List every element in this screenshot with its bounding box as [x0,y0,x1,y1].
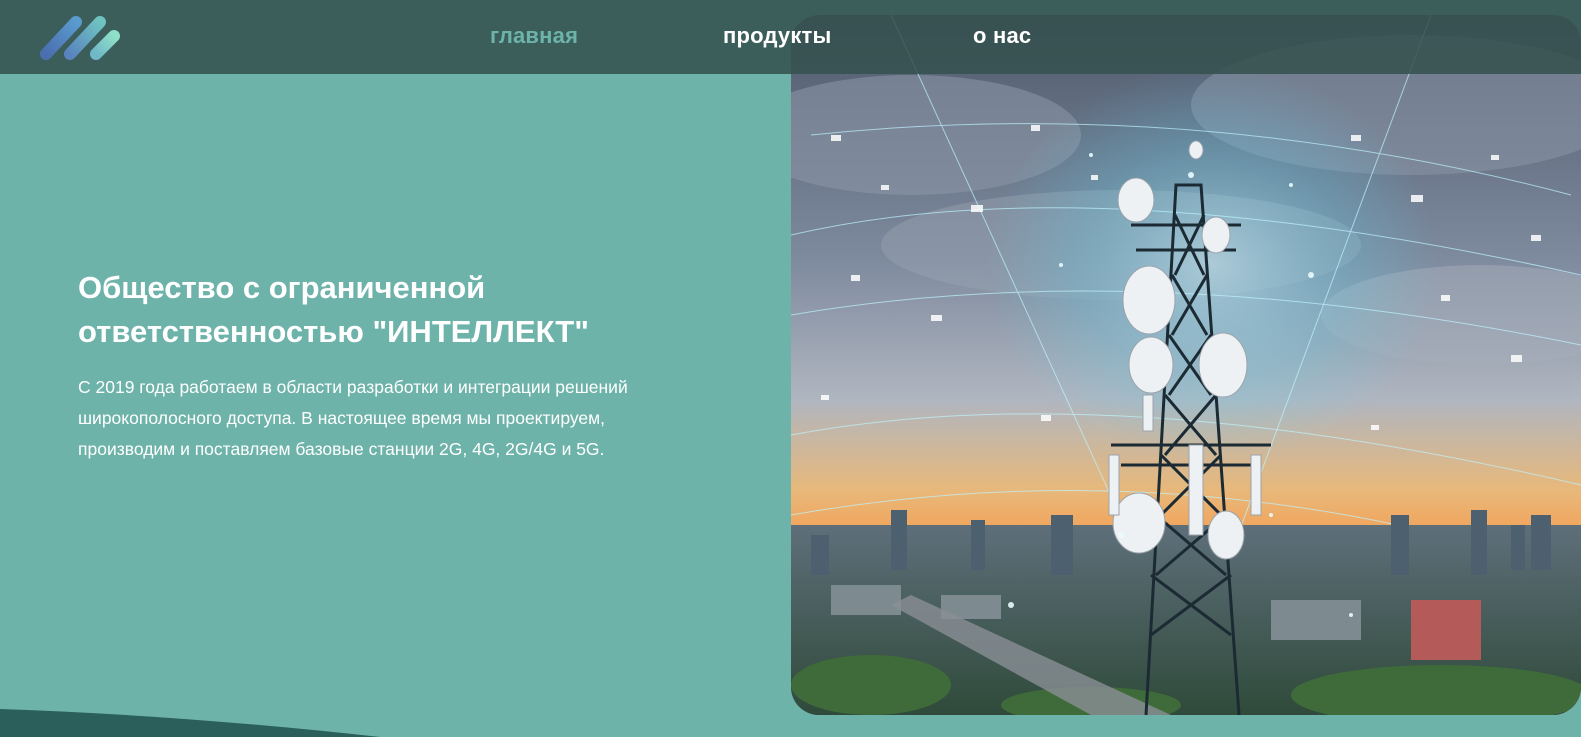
company-description: С 2019 года работаем в области разработк… [78,377,628,459]
hero-image [791,15,1581,715]
bottom-wave-decoration [0,709,380,737]
logo-stripes-icon[interactable] [38,14,124,62]
top-navbar: главная продукты о нас [0,0,1581,74]
company-title: Общество с ограниченной ответственностью… [78,270,589,349]
nav-about[interactable]: о нас [973,23,1031,49]
nav-products[interactable]: продукты [723,23,832,49]
nav-home[interactable]: главная [490,23,578,49]
